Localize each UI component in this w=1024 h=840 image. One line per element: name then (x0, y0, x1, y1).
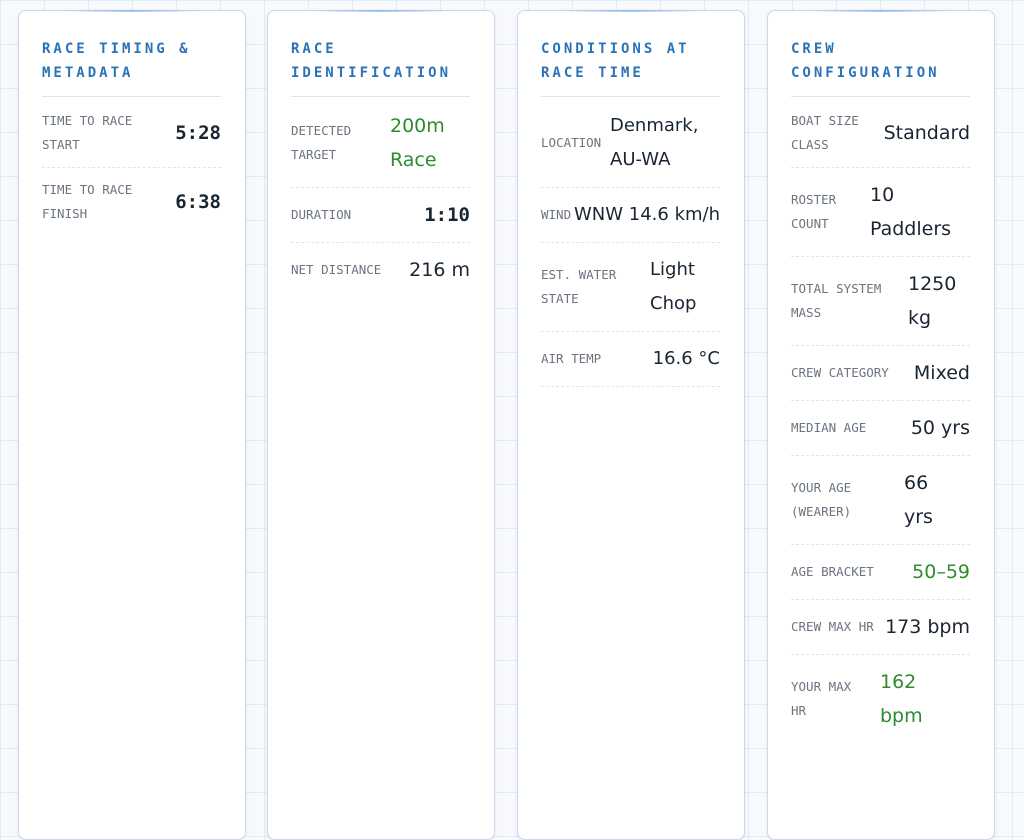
location-value: Denmark, AU-WA (610, 115, 699, 170)
wind-row: Wind WNW 14.6 km/h (541, 188, 720, 243)
water-state-value: Light Chop (650, 259, 697, 314)
air-temp-row: Air Temp 16.6 °C (541, 332, 720, 387)
your-age-value: 66 yrs (904, 472, 933, 528)
your-max-hr-label: Your Max HR (791, 679, 852, 718)
system-mass-row: Total System Mass 1250 kg (791, 257, 970, 346)
detected-target-label: Detected Target (291, 123, 352, 162)
crew-max-hr-label: Crew Max HR (791, 619, 874, 634)
your-max-hr-value: 162 bpm (880, 671, 923, 727)
time-to-start-value: 5:28 (175, 122, 221, 144)
net-distance-label: Net Distance (291, 262, 382, 277)
crew-category-value: Mixed (913, 362, 970, 384)
duration-label: Duration (291, 207, 352, 222)
air-temp-value: 16.6 °C (652, 348, 720, 369)
location-label: Location (541, 135, 602, 150)
net-distance-value: 216 m (409, 259, 470, 281)
race-timing-panel: Race Timing & Metadata Time to Race Star… (18, 10, 246, 840)
net-distance-row: Net Distance 216 m (291, 243, 470, 297)
duration-value: 1:10 (424, 204, 470, 226)
boat-size-value: Standard (883, 122, 970, 144)
boat-size-row: Boat Size Class Standard (791, 97, 970, 168)
system-mass-value: 1250 kg (908, 273, 957, 329)
crew-category-row: Crew Category Mixed (791, 346, 970, 401)
panel-title: Race Timing & Metadata (42, 37, 221, 97)
time-to-finish-row: Time to Race Finish 6:38 (42, 168, 221, 236)
your-age-label: Your Age (Wearer) (791, 480, 852, 519)
your-max-hr-row: Your Max HR 162 bpm (791, 655, 970, 743)
time-to-start-row: Time to Race Start 5:28 (42, 97, 221, 168)
boat-size-label: Boat Size Class (791, 113, 859, 152)
median-age-label: Median Age (791, 420, 867, 435)
conditions-panel: Conditions at Race Time Location Denmark… (517, 10, 745, 840)
roster-count-value: 10 Paddlers (870, 184, 952, 240)
panel-title: Race Identification (291, 37, 470, 97)
detected-target-value: 200m Race (390, 115, 445, 171)
age-bracket-value: 50–59 (912, 561, 970, 583)
roster-count-row: Roster Count 10 Paddlers (791, 168, 970, 257)
wind-label: Wind (541, 207, 572, 222)
crew-configuration-panel: Crew Configuration Boat Size Class Stand… (767, 10, 995, 840)
water-state-label: Est. Water State (541, 267, 617, 306)
race-identification-panel: Race Identification Detected Target 200m… (267, 10, 495, 840)
panel-title: Crew Configuration (791, 37, 970, 97)
time-to-finish-label: Time to Race Finish (42, 182, 133, 221)
median-age-value: 50 yrs (910, 417, 970, 439)
duration-row: Duration 1:10 (291, 188, 470, 243)
location-row: Location Denmark, AU-WA (541, 97, 720, 188)
detected-target-row: Detected Target 200m Race (291, 97, 470, 188)
your-age-row: Your Age (Wearer) 66 yrs (791, 456, 970, 545)
crew-category-label: Crew Category (791, 365, 889, 380)
median-age-row: Median Age 50 yrs (791, 401, 970, 456)
time-to-finish-value: 6:38 (175, 191, 221, 213)
panel-title: Conditions at Race Time (541, 37, 720, 97)
age-bracket-label: Age Bracket (791, 564, 874, 579)
air-temp-label: Air Temp (541, 351, 602, 366)
crew-max-hr-row: Crew Max HR 173 bpm (791, 600, 970, 655)
wind-value: WNW 14.6 km/h (573, 204, 720, 225)
system-mass-label: Total System Mass (791, 281, 882, 320)
water-state-row: Est. Water State Light Chop (541, 243, 720, 332)
roster-count-label: Roster Count (791, 192, 837, 231)
crew-max-hr-value: 173 bpm (885, 616, 970, 638)
time-to-start-label: Time to Race Start (42, 113, 133, 152)
age-bracket-row: Age Bracket 50–59 (791, 545, 970, 600)
